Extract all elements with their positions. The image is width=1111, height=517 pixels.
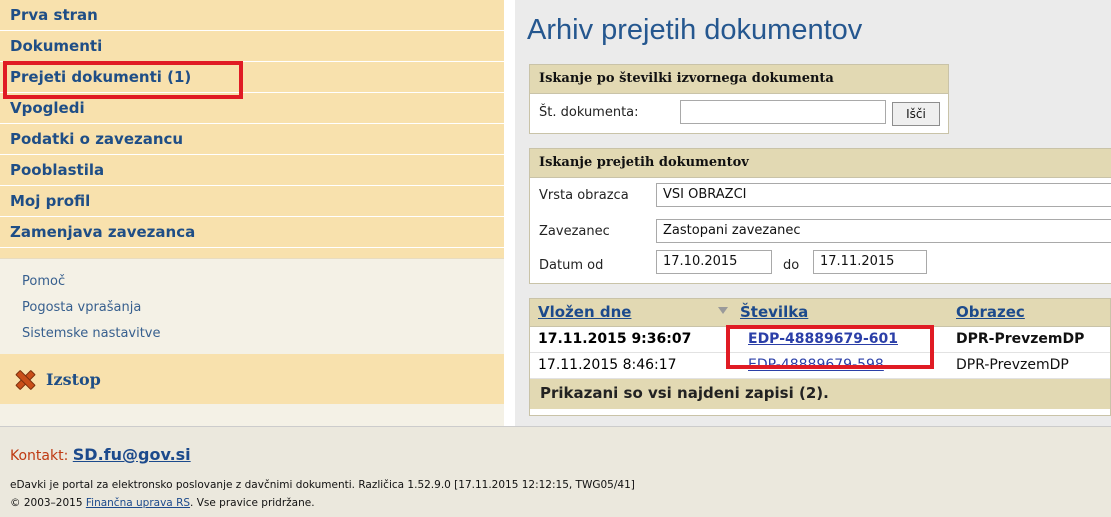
search-received-panel: Iskanje prejetih dokumentov Vrsta obrazc…: [529, 148, 1111, 284]
row-form: DPR-PrevzemDP: [956, 357, 1069, 373]
form-type-select[interactable]: VSI OBRAZCI: [656, 183, 1111, 207]
link-pomoc[interactable]: Pomoč: [22, 269, 504, 295]
copyright-suffix: . Vse pravice pridržane.: [190, 497, 315, 509]
copyright-line: © 2003–2015 Finančna uprava RS. Vse prav…: [10, 497, 315, 509]
search-by-number-panel: Iskanje po številki izvornega dokumenta …: [529, 64, 949, 134]
sidebar-nav: Prva stran Dokumenti Prejeti dokumenti (…: [0, 0, 504, 426]
date-from-input[interactable]: 17.10.2015: [656, 250, 772, 274]
row-form: DPR-PrevzemDP: [956, 331, 1085, 347]
page-footer: Kontakt: SD.fu@gov.si eDavki je portal z…: [0, 426, 1111, 517]
results-summary: Prikazani so vsi najdeni zapisi (2).: [530, 379, 1110, 409]
nav-item-zamenjava-zavezanca[interactable]: Zamenjava zavezanca: [0, 217, 504, 248]
sort-desc-icon[interactable]: [718, 307, 728, 314]
nav-divider: [0, 248, 504, 259]
exit-label: Izstop: [46, 369, 101, 389]
date-to-input[interactable]: 17.11.2015: [813, 250, 927, 274]
taxpayer-label: Zavezanec: [539, 224, 610, 239]
column-obrazec[interactable]: Obrazec: [956, 303, 1025, 321]
nav-item-prva-stran[interactable]: Prva stran: [0, 0, 504, 31]
fu-link[interactable]: Finančna uprava RS: [86, 497, 190, 509]
column-vlozen-dne[interactable]: Vložen dne: [538, 303, 631, 321]
main-content: Arhiv prejetih dokumentov Iskanje po šte…: [515, 0, 1111, 426]
contact-email-link[interactable]: SD.fu@gov.si: [73, 445, 191, 464]
annotation-highlight-nav: [3, 61, 243, 99]
version-info: eDavki je portal za elektronsko poslovan…: [10, 479, 635, 491]
form-type-label: Vrsta obrazca: [539, 188, 629, 203]
row-date: 17.11.2015 9:36:07: [538, 331, 692, 347]
annotation-highlight-row: [726, 325, 934, 369]
page-title: Arhiv prejetih dokumentov: [527, 14, 863, 46]
nav-item-pooblastila[interactable]: Pooblastila: [0, 155, 504, 186]
contact-line: Kontakt: SD.fu@gov.si: [10, 445, 191, 464]
exit-button[interactable]: Izstop: [0, 354, 504, 404]
nav-item-podatki-o-zavezancu[interactable]: Podatki o zavezancu: [0, 124, 504, 155]
doc-number-input[interactable]: [680, 100, 886, 124]
nav-item-dokumenti[interactable]: Dokumenti: [0, 31, 504, 62]
link-pogosta-vprasanja[interactable]: Pogosta vprašanja: [22, 295, 504, 321]
panel-heading: Iskanje po številki izvornega dokumenta: [530, 65, 948, 94]
help-links: Pomoč Pogosta vprašanja Sistemske nastav…: [0, 259, 504, 347]
panel-heading: Iskanje prejetih dokumentov: [530, 149, 1111, 178]
doc-number-label: Št. dokumenta:: [539, 105, 639, 120]
table-header: Vložen dne Številka Obrazec: [530, 299, 1110, 327]
close-x-icon: [14, 369, 34, 389]
search-button[interactable]: Išči: [892, 102, 940, 126]
row-date: 17.11.2015 8:46:17: [538, 357, 677, 373]
contact-label: Kontakt:: [10, 448, 69, 464]
copyright-prefix: © 2003–2015: [10, 497, 83, 509]
nav-item-moj-profil[interactable]: Moj profil: [0, 186, 504, 217]
link-sistemske-nastavitve[interactable]: Sistemske nastavitve: [22, 321, 504, 347]
date-from-label: Datum od: [539, 258, 604, 273]
taxpayer-select[interactable]: Zastopani zavezanec: [656, 219, 1111, 243]
date-to-label: do: [783, 258, 800, 273]
column-stevilka[interactable]: Številka: [740, 303, 808, 321]
